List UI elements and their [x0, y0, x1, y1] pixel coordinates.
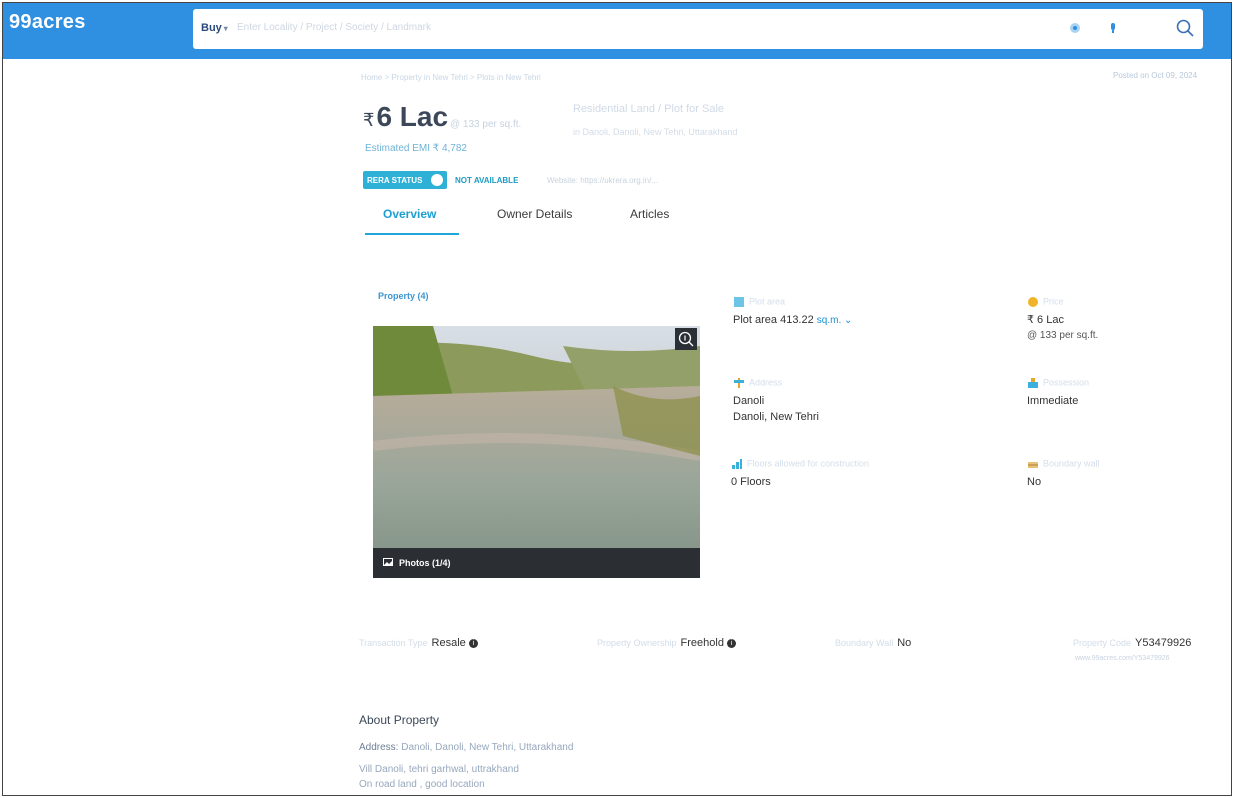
about-property-heading: About Property [359, 713, 440, 727]
fact-property-ownership: Property Ownership Freehold i [597, 637, 737, 649]
price-amount: ₹6 Lac [363, 101, 448, 133]
floors-block: Floors allowed for construction 0 Floors [731, 458, 869, 490]
listing-title: Residential Land / Plot for Sale [573, 103, 725, 115]
info-icon [431, 174, 443, 186]
possession-block: Possession Immediate [1027, 377, 1089, 409]
buy-dropdown[interactable]: Buy ▾ [201, 22, 228, 34]
buy-label: Buy [201, 22, 222, 34]
calendar-icon [1028, 378, 1038, 388]
address-label: Address [733, 377, 819, 389]
boundary-wall-block: Boundary wall No [1027, 458, 1100, 490]
fact-boundary-wall: Boundary Wall No [835, 637, 912, 649]
rera-badge-label: RERA STATUS [367, 176, 423, 185]
info-icon[interactable]: i [727, 638, 737, 648]
photo-count-label: Photos (1/4) [399, 558, 451, 568]
possession-label: Possession [1027, 377, 1089, 389]
address-block: Address Danoli Danoli, New Tehri [733, 377, 819, 425]
boundary-wall-label: Boundary wall [1027, 458, 1100, 470]
chevron-down-icon: ▾ [223, 24, 228, 33]
tab-articles[interactable]: Articles [630, 207, 669, 221]
photo-gallery-title: Property (4) [378, 291, 429, 301]
fact-transaction-type: Transaction Type Resale i [359, 637, 478, 649]
plot-area-label: Plot area [733, 296, 852, 308]
signpost-icon [734, 378, 744, 388]
address-line-1: Danoli [733, 395, 765, 407]
price-per-sqft: @ 133 per sq.ft. [450, 119, 522, 130]
search-box[interactable]: Buy ▾ Enter Locality / Project / Society … [193, 9, 1203, 49]
price-tag-icon [1028, 297, 1038, 307]
boundary-wall-value: No [1027, 476, 1042, 488]
tab-overview[interactable]: Overview [383, 207, 436, 221]
about-description-line-2: On road land , good location [359, 779, 485, 790]
top-bar: 99acres Buy ▾ Enter Locality / Project / … [3, 3, 1231, 59]
tab-owner-details[interactable]: Owner Details [497, 207, 572, 221]
possession-value: Immediate [1027, 395, 1079, 407]
mic-icon[interactable] [1107, 22, 1119, 34]
rera-status-badge[interactable]: RERA STATUS [363, 171, 447, 189]
tab-bar: Overview Owner Details Articles [363, 203, 703, 237]
chevron-down-icon: ⌄ [844, 315, 853, 326]
rera-website-link[interactable]: Website: https://ukrera.org.in/... [547, 176, 658, 185]
property-url[interactable]: www.99acres.com/Y53479926 [1075, 655, 1170, 662]
breadcrumb[interactable]: Home > Property in New Tehri > Plots in … [361, 73, 541, 82]
floors-label: Floors allowed for construction [731, 458, 869, 470]
about-description-line-1: Vill Danoli, tehri garhwal, uttrakhand [359, 764, 519, 775]
address-line-2: Danoli, New Tehri [733, 411, 820, 423]
rera-status-value: NOT AVAILABLE [455, 176, 519, 185]
currency-symbol: ₹ [363, 110, 375, 130]
zoom-button[interactable] [675, 328, 697, 350]
site-logo[interactable]: 99acres [9, 11, 86, 34]
location-icon[interactable] [1069, 22, 1081, 34]
listing-subtitle: in Danoli, Danoli, New Tehri, Uttarakhan… [573, 127, 738, 137]
photo-icon [383, 558, 393, 566]
price-detail-per: @ 133 per sq.ft. [1027, 330, 1099, 341]
unit-dropdown[interactable]: sq.m. ⌄ [817, 315, 853, 326]
price-value: 6 Lac [376, 101, 449, 132]
about-address: Address: Danoli, Danoli, New Tehri, Utta… [359, 742, 574, 753]
zoom-icon [678, 331, 694, 347]
info-icon[interactable]: i [468, 638, 478, 648]
posted-date: Posted on Oct 09, 2024 [1113, 71, 1198, 80]
floors-icon [732, 459, 742, 469]
floors-value: 0 Floors [731, 476, 771, 488]
plot-area-block: Plot area Plot area 413.22 sq.m. ⌄ [733, 296, 852, 329]
search-icon[interactable] [1175, 18, 1195, 38]
price-detail-value: ₹ 6 Lac [1027, 314, 1064, 326]
page-frame: 99acres Buy ▾ Enter Locality / Project / … [2, 2, 1232, 796]
land-photo-image [373, 326, 700, 578]
search-input[interactable]: Enter Locality / Project / Society / Lan… [237, 22, 431, 33]
fact-property-code: Property Code Y53479926 [1073, 637, 1192, 649]
area-icon [734, 297, 744, 307]
wall-icon [1028, 462, 1038, 468]
emi-link[interactable]: Estimated EMI ₹ 4,782 [365, 143, 467, 154]
property-photo[interactable]: Photos (1/4) [373, 326, 700, 578]
price-block: Price ₹ 6 Lac @ 133 per sq.ft. [1027, 296, 1098, 344]
plot-area-value: Plot area 413.22 sq.m. ⌄ [733, 314, 853, 326]
photo-count-bar[interactable]: Photos (1/4) [373, 548, 700, 578]
active-tab-indicator [365, 233, 459, 235]
price-label: Price [1027, 296, 1098, 308]
